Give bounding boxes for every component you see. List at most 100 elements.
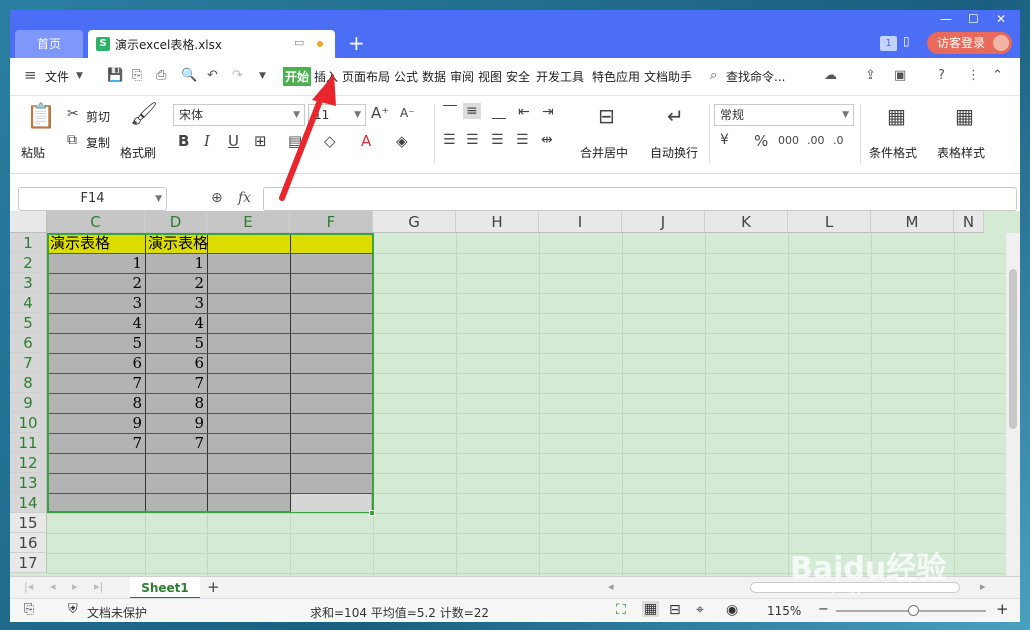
row-header-15[interactable]: 15 (10, 513, 47, 533)
hamburger-icon[interactable]: ≡ (24, 66, 37, 84)
monitor-icon[interactable]: ▭ (294, 36, 304, 49)
cell-d8[interactable]: 7 (145, 373, 206, 393)
row-header-5[interactable]: 5 (10, 313, 47, 333)
spreadsheet-grid[interactable]: CDEFGHIJKLMN 1 2 3 4 5 6 7 8 9 10 11 12 13 14 15 16 17 演… (10, 211, 1020, 576)
row-header-13[interactable]: 13 (10, 473, 47, 493)
row-header-9[interactable]: 9 (10, 393, 47, 413)
cell-d3[interactable]: 2 (145, 273, 206, 293)
align-bottom-icon[interactable]: ⎽ (492, 104, 506, 120)
cell-d4[interactable]: 3 (145, 293, 206, 313)
align-center-icon[interactable]: ☰ (466, 132, 479, 148)
login-button[interactable]: 访客登录 (927, 32, 1012, 54)
column-header-i[interactable]: I (539, 211, 622, 233)
normal-view-icon[interactable]: ▦ (642, 601, 660, 617)
merge-center-icon[interactable]: ⊟ (598, 104, 615, 128)
column-header-f[interactable]: F (290, 211, 373, 233)
zoom-slider-handle[interactable] (908, 605, 919, 616)
cell-c5[interactable]: 4 (47, 313, 144, 333)
cut-button[interactable]: 剪切 (86, 108, 110, 125)
format-painter-button[interactable]: 格式刷 (120, 144, 156, 161)
cell-d2[interactable]: 1 (145, 253, 206, 273)
wrap-text-button[interactable]: 自动换行 (650, 144, 698, 161)
column-header-j[interactable]: J (622, 211, 705, 233)
cell-c9[interactable]: 8 (47, 393, 144, 413)
thousands-icon[interactable]: 000 (778, 134, 799, 147)
column-header-e[interactable]: E (207, 211, 290, 233)
italic-button[interactable]: I (204, 132, 210, 150)
indent-decrease-icon[interactable]: ⇤ (518, 104, 530, 120)
select-all-corner[interactable] (10, 211, 47, 233)
cell-c11[interactable]: 7 (47, 433, 144, 453)
column-header-c[interactable]: C (47, 211, 145, 233)
row-header-14[interactable]: 14 (10, 493, 47, 513)
row-header-1[interactable]: 1 (10, 233, 47, 253)
new-tab-button[interactable]: + (348, 31, 365, 55)
search-icon[interactable]: ⌕ (710, 68, 717, 83)
align-middle-icon[interactable]: ≡ (463, 103, 481, 119)
export-icon[interactable]: ⎘ (132, 68, 142, 83)
print-icon[interactable]: ⎙ (156, 68, 166, 83)
align-top-icon[interactable]: ⎺ (443, 104, 457, 120)
row-header-3[interactable]: 3 (10, 273, 47, 293)
cell-d7[interactable]: 6 (145, 353, 206, 373)
cell-c6[interactable]: 5 (47, 333, 144, 353)
fill-handle[interactable] (369, 510, 375, 516)
menu-start[interactable]: 开始 (283, 67, 312, 86)
cell-d9[interactable]: 8 (145, 393, 206, 413)
maximize-icon[interactable]: ☐ (968, 12, 979, 26)
menu-review[interactable]: 审阅 (450, 68, 474, 85)
merge-icon[interactable]: ▤ (288, 132, 302, 150)
increase-decimal-icon[interactable]: .00 (807, 134, 825, 147)
align-right-icon[interactable]: ☰ (491, 132, 504, 148)
decrease-decimal-icon[interactable]: .0 (833, 134, 844, 147)
row-header-16[interactable]: 16 (10, 533, 47, 553)
add-sheet-button[interactable]: + (207, 578, 220, 596)
fx-icon[interactable]: fx (238, 190, 251, 206)
menu-formula[interactable]: 公式 (394, 68, 418, 85)
share-icon[interactable]: ⇪ (865, 68, 876, 83)
cell-d6[interactable]: 5 (145, 333, 206, 353)
justify-icon[interactable]: ☰ (516, 132, 529, 148)
hscroll-right-icon[interactable]: ▸ (980, 580, 986, 593)
cell-c8[interactable]: 7 (47, 373, 144, 393)
bold-button[interactable]: B (178, 132, 189, 150)
font-name-select[interactable]: 宋体 ▼ (173, 104, 305, 126)
cell-c4[interactable]: 3 (47, 293, 144, 313)
more-icon[interactable]: ⋮ (967, 68, 980, 83)
column-header-k[interactable]: K (705, 211, 788, 233)
row-header-7[interactable]: 7 (10, 353, 47, 373)
zoom-out-icon[interactable]: − (818, 602, 829, 617)
cell-c10[interactable]: 9 (47, 413, 144, 433)
sheet-tab-sheet1[interactable]: Sheet1 (130, 577, 200, 599)
cloud-icon[interactable]: ☁ (824, 68, 837, 83)
hscroll-left-icon[interactable]: ◂ (608, 580, 614, 593)
column-header-m[interactable]: M (871, 211, 954, 233)
table-style-button[interactable]: 表格样式 (937, 144, 985, 161)
cond-format-button[interactable]: 条件格式 (869, 144, 917, 161)
distribute-icon[interactable]: ⇹ (541, 132, 553, 148)
format-painter-icon[interactable]: 🖌 (130, 102, 158, 127)
help-icon[interactable]: ? (938, 68, 945, 83)
formula-input[interactable] (263, 187, 1017, 211)
page-layout-icon[interactable]: ⌖ (696, 602, 704, 618)
number-format-select[interactable]: 常规 ▼ (714, 104, 854, 126)
menu-view[interactable]: 视图 (478, 68, 502, 85)
cell-c2[interactable]: 1 (47, 253, 144, 273)
row-header-6[interactable]: 6 (10, 333, 47, 353)
menu-file[interactable]: 文件 (45, 68, 69, 85)
menu-doc-assistant[interactable]: 文档助手 (644, 68, 692, 85)
column-header-n[interactable]: N (954, 211, 984, 233)
fullscreen-icon[interactable]: ⛶ (616, 602, 626, 618)
merge-center-button[interactable]: 合并居中 (580, 144, 628, 161)
chevron-down-icon[interactable]: ▼ (76, 71, 83, 81)
border-icon[interactable]: ⊞ (254, 132, 267, 150)
copy-button[interactable]: 复制 (86, 134, 110, 151)
row-header-10[interactable]: 10 (10, 413, 47, 433)
next-sheet-icon[interactable]: ▸ (72, 580, 78, 593)
selection-summary[interactable]: 求和=104 平均值=5.2 计数=22 (310, 604, 489, 621)
menu-page-layout[interactable]: 页面布局 (342, 68, 390, 85)
page-break-icon[interactable]: ⊟ (669, 602, 681, 618)
font-color-icon[interactable]: A (361, 132, 371, 150)
cond-format-icon[interactable]: ▦ (887, 104, 906, 128)
paste-icon[interactable]: 📋 (26, 102, 56, 130)
